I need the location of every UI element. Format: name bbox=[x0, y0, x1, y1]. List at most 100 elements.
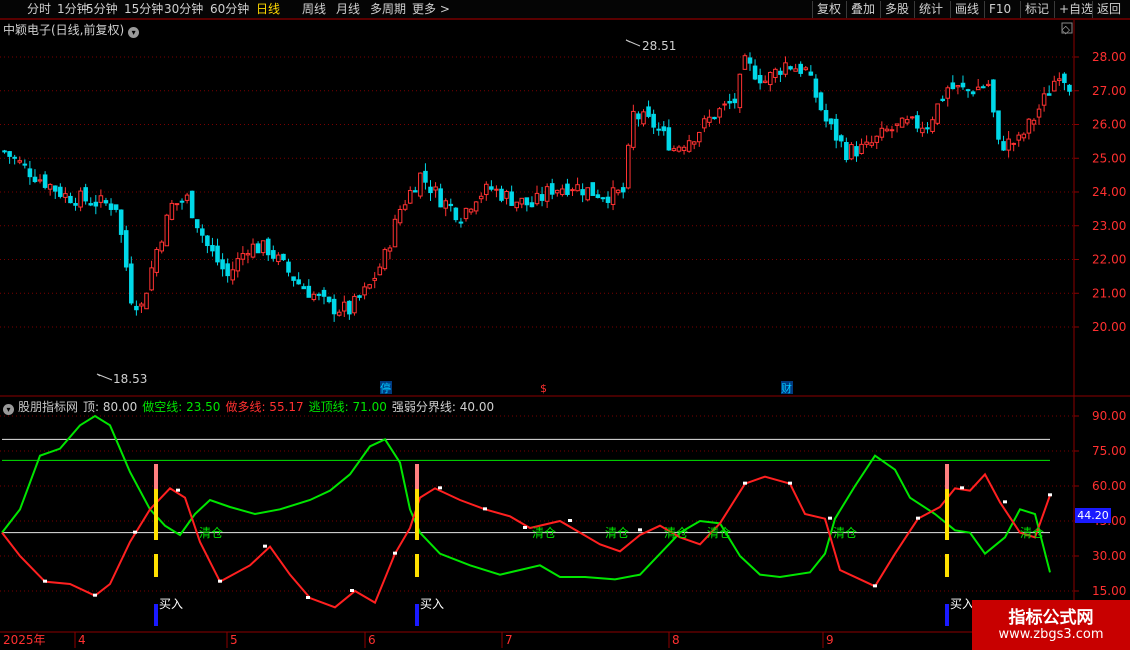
watermark-title: 指标公式网 bbox=[1008, 608, 1094, 628]
candle-body bbox=[489, 186, 494, 190]
candle-body bbox=[473, 201, 479, 212]
candle-body bbox=[636, 113, 641, 120]
candle-body bbox=[271, 250, 276, 259]
signal-marker bbox=[568, 519, 572, 522]
candle-body bbox=[920, 127, 925, 134]
candle-body bbox=[230, 269, 236, 281]
buy-signal-label: 买入 bbox=[950, 597, 974, 611]
buy-signal-label: 买入 bbox=[420, 597, 444, 611]
clear-signal-label: 清仓 bbox=[532, 526, 556, 540]
candle-body bbox=[7, 151, 12, 157]
candle-body bbox=[27, 168, 33, 178]
candle-body bbox=[200, 228, 205, 236]
candle-body bbox=[407, 190, 413, 204]
candle-body bbox=[235, 258, 241, 272]
indicator-tick-label: 60.00 bbox=[1092, 479, 1126, 493]
candle-body bbox=[519, 197, 525, 205]
candle-body bbox=[255, 243, 261, 254]
candle-body bbox=[215, 245, 220, 263]
candle-body bbox=[737, 73, 743, 109]
candle-body bbox=[656, 128, 661, 131]
candle-body bbox=[205, 235, 210, 247]
candle-body bbox=[189, 190, 195, 219]
candle-body bbox=[433, 186, 438, 191]
candle-body bbox=[311, 293, 317, 301]
candle-body bbox=[458, 221, 464, 224]
candle-body bbox=[945, 87, 951, 99]
candle-body bbox=[443, 200, 448, 209]
candle-body bbox=[108, 203, 114, 210]
candle-body bbox=[123, 230, 129, 268]
kline-chart[interactable]: 28.00 27.00 26.00 25.00 24.00 23.00 22.00 21.00… bbox=[0, 0, 1130, 650]
candle-body bbox=[12, 156, 17, 159]
candle-body bbox=[494, 188, 499, 191]
candle-body bbox=[286, 261, 291, 273]
high-marker bbox=[625, 39, 641, 47]
price-tick-label: 22.00 bbox=[1092, 253, 1126, 267]
candle-body bbox=[418, 172, 423, 197]
candle-body bbox=[874, 135, 880, 143]
candle-body bbox=[240, 253, 246, 260]
candle-body bbox=[712, 116, 717, 120]
candle-body bbox=[144, 292, 149, 310]
signal-marker bbox=[133, 530, 137, 534]
candle-body bbox=[306, 285, 312, 298]
candle-body bbox=[828, 118, 834, 125]
candle-body bbox=[641, 111, 646, 125]
candle-body bbox=[565, 183, 570, 195]
candle-body bbox=[139, 303, 144, 307]
candle-body bbox=[975, 86, 981, 91]
candle-body bbox=[265, 238, 271, 256]
candle-body bbox=[605, 196, 611, 203]
x-month-label: 6 bbox=[368, 633, 376, 647]
candle-body bbox=[321, 289, 327, 297]
candle-body bbox=[245, 253, 251, 256]
buy-bar-gap bbox=[154, 540, 158, 554]
candle-body bbox=[575, 184, 580, 192]
signal-marker bbox=[263, 544, 267, 548]
price-tick-label: 24.00 bbox=[1092, 185, 1126, 199]
candle-body bbox=[722, 103, 727, 106]
candle-body bbox=[595, 194, 601, 198]
signal-marker bbox=[523, 526, 527, 529]
buy-bar-blue bbox=[154, 604, 158, 626]
x-month-label: 4 bbox=[78, 633, 86, 647]
candle-body bbox=[869, 142, 874, 146]
candle-body bbox=[174, 203, 180, 206]
event-badge: 停 bbox=[380, 381, 391, 395]
signal-marker bbox=[916, 516, 920, 520]
price-tick-label: 20.00 bbox=[1092, 320, 1126, 334]
candle-body bbox=[453, 207, 459, 221]
candle-body bbox=[413, 190, 418, 193]
candle-body bbox=[276, 254, 281, 263]
candle-body bbox=[326, 296, 332, 303]
signal-marker bbox=[350, 589, 354, 592]
price-tick-label: 21.00 bbox=[1092, 286, 1126, 300]
candle-body bbox=[1006, 138, 1011, 151]
candle-body bbox=[382, 249, 388, 270]
candle-body bbox=[73, 203, 78, 206]
candle-body bbox=[220, 259, 225, 270]
candle-body bbox=[164, 214, 170, 247]
candle-body bbox=[732, 98, 738, 104]
candle-body bbox=[1001, 141, 1006, 151]
candle-body bbox=[1016, 134, 1022, 141]
candle-body bbox=[32, 176, 38, 183]
candle-body bbox=[2, 150, 7, 153]
event-badge: $ bbox=[540, 382, 547, 395]
candle-body bbox=[585, 187, 590, 201]
candle-body bbox=[1062, 73, 1067, 84]
candle-body bbox=[757, 74, 763, 84]
candle-body bbox=[676, 146, 682, 152]
candle-body bbox=[316, 293, 322, 296]
candle-body bbox=[260, 240, 266, 254]
candle-body bbox=[22, 163, 28, 166]
candle-body bbox=[590, 182, 596, 196]
candle-body bbox=[1046, 93, 1052, 96]
candle-body bbox=[767, 71, 773, 86]
candle-body bbox=[83, 187, 88, 202]
candle-body bbox=[580, 189, 585, 196]
candle-body bbox=[702, 118, 707, 129]
candle-body bbox=[570, 189, 575, 192]
signal-marker bbox=[218, 579, 222, 583]
